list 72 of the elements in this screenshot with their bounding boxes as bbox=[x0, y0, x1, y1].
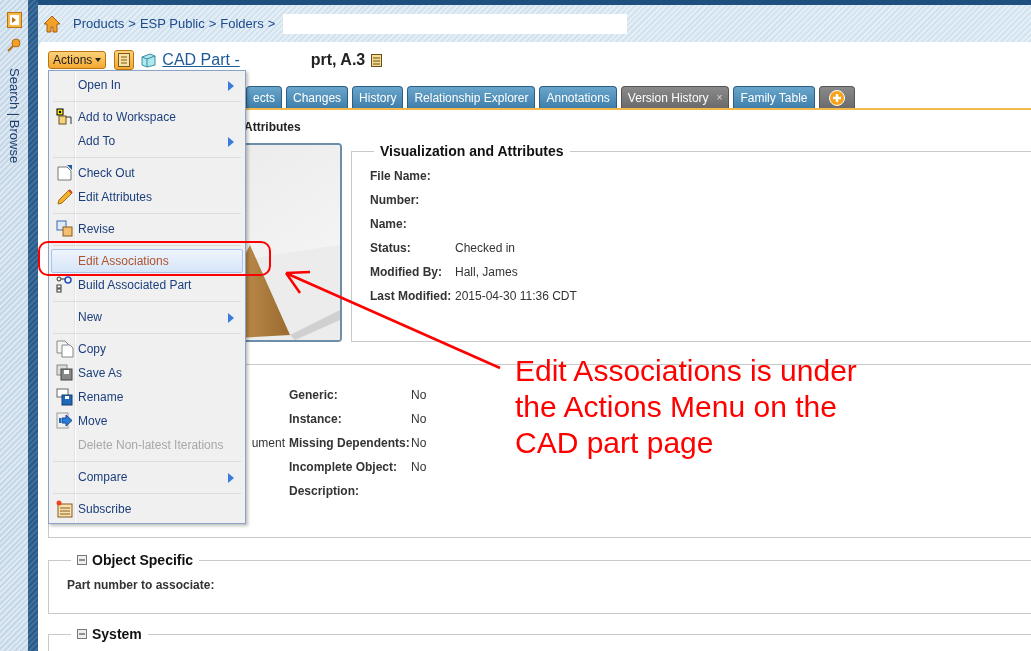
breadcrumb-link[interactable]: Folders bbox=[220, 13, 264, 34]
document-icon bbox=[56, 164, 74, 182]
breadcrumb-separator: > bbox=[208, 14, 217, 33]
copy-icon bbox=[56, 340, 74, 358]
field-label: Modified By: bbox=[370, 265, 442, 279]
field-label: Instance: bbox=[289, 412, 342, 426]
annotation-text: Edit Associations is under the Actions Menu on the CAD part page bbox=[515, 353, 857, 461]
field-label: Generic: bbox=[289, 388, 338, 402]
home-icon[interactable] bbox=[43, 14, 61, 33]
field-value: ument bbox=[251, 436, 285, 450]
menu-item[interactable]: Edit Associations bbox=[51, 249, 243, 273]
menu-item[interactable]: Save As bbox=[51, 361, 243, 385]
menu-item[interactable]: Subscribe bbox=[51, 497, 243, 521]
field-label: Missing Dependents: bbox=[289, 436, 410, 450]
field-label: Status: bbox=[370, 241, 411, 255]
field-value: 2015-04-30 11:36 CDT bbox=[455, 289, 577, 303]
field-value: No bbox=[411, 436, 427, 450]
menu-item[interactable]: Build Associated Part bbox=[51, 273, 243, 297]
field-value: No bbox=[411, 412, 427, 426]
notepad-icon bbox=[56, 500, 74, 518]
title-link[interactable]: CAD Part - bbox=[162, 48, 240, 72]
caret-icon bbox=[95, 58, 102, 62]
info-page-button[interactable] bbox=[114, 50, 135, 70]
breadcrumb-separator: > bbox=[128, 14, 136, 33]
field-label: Description: bbox=[289, 484, 359, 498]
breadcrumb-separator: > bbox=[267, 14, 276, 33]
section-title: Object Specific bbox=[92, 552, 194, 568]
fieldset-title: Visualization and Attributes bbox=[379, 143, 565, 159]
menu-item[interactable]: Open In bbox=[51, 73, 243, 97]
notebook-icon[interactable] bbox=[371, 53, 383, 67]
field-value: No bbox=[411, 460, 427, 474]
menu-item[interactable]: Check Out bbox=[51, 161, 243, 185]
field-label: Part number to associate: bbox=[67, 578, 215, 592]
breadcrumb-link[interactable]: ESP Public bbox=[139, 13, 205, 34]
field-label: File Name: bbox=[370, 169, 431, 183]
field-label: Number: bbox=[370, 193, 420, 207]
collapse-icon[interactable] bbox=[77, 555, 87, 565]
menu-item[interactable]: Revise bbox=[51, 217, 243, 241]
field-label: Incomplete Object: bbox=[289, 460, 398, 474]
actions-button[interactable]: Actions bbox=[48, 51, 107, 69]
section-heading: Attributes bbox=[244, 120, 302, 135]
menu-item[interactable]: Move bbox=[51, 409, 243, 433]
menu-item[interactable]: Rename bbox=[51, 385, 243, 409]
field-label: Last Modified: bbox=[370, 289, 452, 303]
menu-item[interactable]: Copy bbox=[51, 337, 243, 361]
linked-parts-icon bbox=[56, 276, 74, 294]
expand-panel-icon[interactable] bbox=[6, 12, 22, 28]
menu-item[interactable]: Add To bbox=[51, 129, 243, 153]
menu-item[interactable]: Add to Workspace bbox=[51, 105, 243, 129]
field-value: Hall, James bbox=[455, 265, 518, 279]
add-tab-button[interactable] bbox=[818, 86, 855, 108]
sidebar-tab-label[interactable]: Search | Browse bbox=[4, 68, 24, 164]
floppy-disk-icon bbox=[56, 364, 74, 382]
collapse-icon[interactable] bbox=[77, 629, 87, 639]
section-title: System bbox=[92, 626, 142, 642]
pencil-icon bbox=[56, 188, 74, 206]
field-value: No bbox=[411, 388, 427, 402]
menu-item: Delete Non-latest Iterations bbox=[77, 437, 225, 454]
floppy-disk-icon bbox=[56, 388, 74, 406]
field-value: Checked in bbox=[455, 241, 516, 255]
add-icon bbox=[828, 89, 845, 106]
menu-item[interactable]: New bbox=[51, 305, 243, 329]
menu-item[interactable]: Compare bbox=[51, 465, 243, 489]
menu-item[interactable]: Edit Attributes bbox=[51, 185, 243, 209]
workspace-icon bbox=[56, 108, 74, 126]
cube-icon bbox=[140, 52, 157, 68]
two-boxes-icon bbox=[56, 220, 74, 238]
arrow-icon bbox=[56, 412, 74, 430]
search-icon[interactable] bbox=[7, 38, 21, 52]
field-label: Name: bbox=[370, 217, 407, 231]
page-title: prt, A.3 bbox=[310, 50, 366, 70]
breadcrumb-link[interactable]: Products bbox=[73, 13, 125, 34]
